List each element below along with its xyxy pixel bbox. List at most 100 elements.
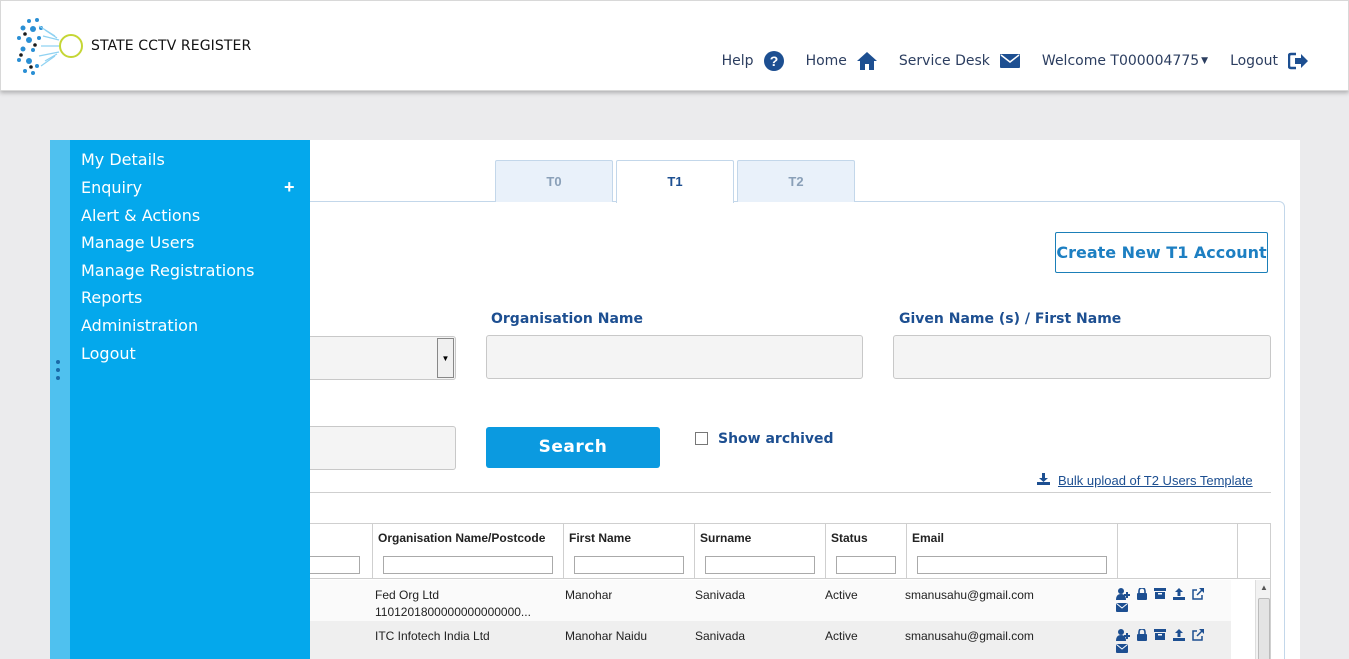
users-table: Organisation Name/Postcode First Name Su… <box>300 523 1271 659</box>
sign-out-icon <box>1288 52 1308 70</box>
column-organisation: Organisation Name/Postcode <box>372 524 563 579</box>
email-filter-input[interactable] <box>917 556 1107 574</box>
account-type-tabs: T0 T1 T2 <box>495 160 858 203</box>
expand-plus-icon[interactable]: + <box>284 177 295 198</box>
top-navigation: Help ? Home Service Desk Welcome T000004… <box>700 51 1308 71</box>
row-actions <box>1116 629 1226 656</box>
bulk-upload-link[interactable]: Bulk upload of T2 Users Template <box>1037 473 1253 488</box>
search-button[interactable]: Search <box>486 427 660 468</box>
organisation-name-label: Organisation Name <box>491 311 644 327</box>
logout-link[interactable]: Logout <box>1230 52 1308 70</box>
upload-icon[interactable] <box>1173 588 1185 600</box>
lock-icon[interactable] <box>1137 629 1147 641</box>
sidebar-item-manage-users[interactable]: Manage Users <box>81 233 194 252</box>
bulk-upload-label: Bulk upload of T2 Users Template <box>1058 473 1253 488</box>
external-link-icon[interactable] <box>1192 588 1204 600</box>
sidebar-item-enquiry[interactable]: Enquiry <box>81 178 142 197</box>
sidebar-item-manage-registrations[interactable]: Manage Registrations <box>81 261 254 280</box>
column-header-label: First Name <box>569 531 632 545</box>
app-title: STATE CCTV REGISTER <box>91 38 252 54</box>
organisation-name-input[interactable] <box>486 335 863 379</box>
sidebar-handle-icon[interactable] <box>56 360 60 384</box>
sidebar-item-alert-actions[interactable]: Alert & Actions <box>81 206 200 225</box>
logout-label: Logout <box>1230 53 1278 69</box>
envelope-icon <box>999 54 1020 68</box>
given-name-input[interactable] <box>893 335 1271 379</box>
column-header-label: Status <box>831 531 868 545</box>
archive-icon[interactable] <box>1154 629 1166 641</box>
lock-icon[interactable] <box>1137 588 1147 600</box>
status-filter-input[interactable] <box>836 556 896 574</box>
table-header: Organisation Name/Postcode First Name Su… <box>301 524 1270 579</box>
given-name-label: Given Name (s) / First Name <box>899 311 1122 327</box>
home-link[interactable]: Home <box>806 52 877 70</box>
org-filter-input[interactable] <box>383 556 553 574</box>
show-archived-checkbox[interactable] <box>695 432 708 445</box>
select-dropdown-arrow-icon[interactable]: ▼ <box>437 338 454 378</box>
table-row[interactable]: Fed Org Ltd 1101201800000000000000... Ma… <box>301 580 1231 621</box>
scroll-up-arrow-icon[interactable]: ▲ <box>1260 583 1268 592</box>
upload-icon[interactable] <box>1173 629 1185 641</box>
column-status: Status <box>825 524 906 579</box>
table-scrollbar[interactable]: ▲ <box>1255 580 1270 659</box>
column-header-label: Surname <box>700 531 752 545</box>
section-divider <box>300 492 1271 493</box>
surname-filter-input[interactable] <box>705 556 815 574</box>
archive-icon[interactable] <box>1154 588 1166 600</box>
column-surname: Surname <box>694 524 825 579</box>
home-label: Home <box>805 53 847 69</box>
tab-t2[interactable]: T2 <box>737 160 855 202</box>
sidebar-menu: My Details Enquiry + Alert & Actions Man… <box>70 140 310 659</box>
add-user-icon[interactable] <box>1116 629 1130 641</box>
first-name-cell: Manohar Naidu <box>565 629 648 643</box>
home-icon <box>856 52 877 70</box>
postcode-cell: 1101201800000000000000... <box>375 605 531 619</box>
email-cell: smanusahu@gmail.com <box>905 588 1034 602</box>
sidebar-item-reports[interactable]: Reports <box>81 288 142 307</box>
surname-cell: Sanivada <box>695 629 746 643</box>
scrollbar-thumb[interactable] <box>1258 598 1270 659</box>
app-header: STATE CCTV REGISTER Help ? Home Service … <box>0 0 1349 91</box>
first-name-cell: Manohar <box>565 588 613 602</box>
column-header-label: Email <box>912 531 945 545</box>
row-actions <box>1116 588 1226 615</box>
caret-down-icon: ▼ <box>1201 56 1209 66</box>
welcome-label: Welcome T000004775 <box>1041 53 1200 69</box>
tab-t1[interactable]: T1 <box>616 160 734 203</box>
column-hidden-first <box>301 524 372 579</box>
sidebar-collapse-strip[interactable] <box>50 140 70 659</box>
help-label: Help <box>721 53 754 69</box>
user-menu-dropdown[interactable]: Welcome T000004775 ▼ <box>1042 53 1208 69</box>
service-desk-label: Service Desk <box>898 53 990 69</box>
column-actions <box>1117 524 1237 579</box>
table-row[interactable]: ITC Infotech India Ltd Manohar Naidu San… <box>301 621 1231 659</box>
tab-t0[interactable]: T0 <box>495 160 613 202</box>
org-name-cell: Fed Org Ltd <box>375 588 440 602</box>
column-first-name: First Name <box>563 524 694 579</box>
status-cell: Active <box>825 629 858 643</box>
column-scroll-spacer <box>1237 524 1270 579</box>
sidebar-item-logout[interactable]: Logout <box>81 344 136 363</box>
help-link[interactable]: Help ? <box>722 51 784 71</box>
sidebar-item-administration[interactable]: Administration <box>81 316 198 335</box>
surname-input[interactable] <box>300 426 456 470</box>
external-link-icon[interactable] <box>1192 629 1204 641</box>
email-cell: smanusahu@gmail.com <box>905 629 1034 643</box>
first-name-filter-input[interactable] <box>574 556 684 574</box>
state-cctv-register-logo <box>17 18 83 75</box>
sidebar-item-my-details[interactable]: My Details <box>81 150 165 169</box>
download-icon <box>1037 473 1050 488</box>
filter-select[interactable] <box>300 336 456 380</box>
envelope-icon[interactable] <box>1116 644 1128 653</box>
service-desk-link[interactable]: Service Desk <box>899 53 1020 69</box>
status-cell: Active <box>825 588 858 602</box>
column-email: Email <box>906 524 1117 579</box>
org-name-cell: ITC Infotech India Ltd <box>375 629 490 643</box>
envelope-icon[interactable] <box>1116 603 1128 612</box>
create-new-t1-account-button[interactable]: Create New T1 Account <box>1055 232 1268 273</box>
surname-cell: Sanivada <box>695 588 746 602</box>
svg-text:?: ? <box>769 53 778 69</box>
question-circle-icon: ? <box>763 51 784 71</box>
show-archived-label: Show archived <box>718 431 834 447</box>
add-user-icon[interactable] <box>1116 588 1130 600</box>
